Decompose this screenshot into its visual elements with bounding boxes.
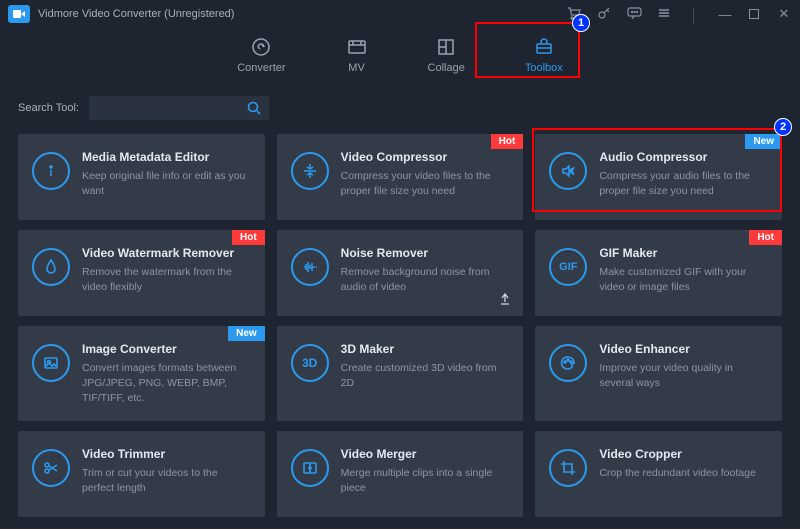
tool-desc: Improve your video quality in several wa…	[599, 361, 768, 391]
tab-mv[interactable]: MV	[346, 36, 368, 74]
tool-title: GIF Maker	[599, 246, 768, 260]
tool-title: Video Cropper	[599, 447, 755, 461]
tool-grid: Media Metadata Editor Keep original file …	[0, 134, 800, 529]
maximize-button[interactable]	[746, 7, 762, 22]
info-icon	[32, 152, 70, 190]
titlebar: Vidmore Video Converter (Unregistered) │…	[0, 0, 800, 28]
merge-icon	[291, 449, 329, 487]
tool-title: Image Converter	[82, 342, 251, 356]
tab-collage[interactable]: Collage	[428, 36, 465, 74]
pin-icon[interactable]	[498, 292, 512, 309]
tool-desc: Keep original file info or edit as you w…	[82, 169, 251, 199]
tab-toolbox[interactable]: Toolbox	[525, 36, 563, 74]
tool-title: Video Merger	[341, 447, 510, 461]
tab-label: MV	[348, 62, 365, 74]
app-title: Vidmore Video Converter (Unregistered)	[38, 8, 234, 20]
tab-label: Collage	[428, 62, 465, 74]
tool-desc: Convert images formats between JPG/JPEG,…	[82, 361, 251, 407]
tool-desc: Merge multiple clips into a single piece	[341, 466, 510, 496]
feedback-icon[interactable]	[626, 6, 642, 23]
hot-tag: Hot	[749, 230, 782, 245]
tool-video-cropper[interactable]: Video Cropper Crop the redundant video fo…	[535, 431, 782, 517]
annotation-badge-1: 1	[572, 14, 590, 32]
menu-icon[interactable]	[656, 6, 672, 23]
tool-title: Video Compressor	[341, 150, 510, 164]
tool-title: Audio Compressor	[599, 150, 768, 164]
scissors-icon	[32, 449, 70, 487]
tool-title: Video Watermark Remover	[82, 246, 251, 260]
tool-desc: Remove the watermark from the video flex…	[82, 265, 251, 295]
tool-desc: Create customized 3D video from 2D	[341, 361, 510, 391]
window-controls: │ — ✕	[566, 6, 792, 23]
tool-3d-maker[interactable]: 3D 3D Maker Create customized 3D video fr…	[277, 326, 524, 421]
app-logo-icon	[8, 5, 30, 23]
tool-title: Media Metadata Editor	[82, 150, 251, 164]
tool-video-merger[interactable]: Video Merger Merge multiple clips into a …	[277, 431, 524, 517]
search-input[interactable]	[97, 102, 247, 114]
tab-converter[interactable]: Converter	[237, 36, 285, 74]
tool-watermark-remover[interactable]: Hot Video Watermark Remover Remove the wa…	[18, 230, 265, 316]
new-tag: New	[745, 134, 782, 149]
tool-desc: Trim or cut your videos to the perfect l…	[82, 466, 251, 496]
tool-desc: Compress your audio files to the proper …	[599, 169, 768, 199]
tool-title: Noise Remover	[341, 246, 510, 260]
tool-audio-compressor[interactable]: New Audio Compressor Compress your audio …	[535, 134, 782, 220]
main-tabs: Converter MV Collage Toolbox	[0, 28, 800, 92]
image-icon	[32, 344, 70, 382]
search-icon[interactable]	[247, 101, 261, 115]
3d-icon: 3D	[291, 344, 329, 382]
hot-tag: Hot	[232, 230, 265, 245]
tool-title: Video Trimmer	[82, 447, 251, 461]
tab-label: Toolbox	[525, 62, 563, 74]
tool-title: 3D Maker	[341, 342, 510, 356]
annotation-badge-2: 2	[774, 118, 792, 136]
tool-desc: Compress your video files to the proper …	[341, 169, 510, 199]
key-icon[interactable]	[596, 6, 612, 23]
hot-tag: Hot	[491, 134, 524, 149]
tool-noise-remover[interactable]: Noise Remover Remove background noise fro…	[277, 230, 524, 316]
tool-gif-maker[interactable]: Hot GIF GIF Maker Make customized GIF wit…	[535, 230, 782, 316]
gif-icon: GIF	[549, 248, 587, 286]
search-box[interactable]	[89, 96, 269, 120]
search-row: Search Tool:	[0, 92, 800, 134]
tool-video-enhancer[interactable]: Video Enhancer Improve your video quality…	[535, 326, 782, 421]
tool-desc: Remove background noise from audio of vi…	[341, 265, 510, 295]
noise-icon	[291, 248, 329, 286]
tab-label: Converter	[237, 62, 285, 74]
minimize-button[interactable]: —	[716, 7, 732, 22]
crop-icon	[549, 449, 587, 487]
palette-icon	[549, 344, 587, 382]
tool-title: Video Enhancer	[599, 342, 768, 356]
divider-icon: │	[686, 7, 702, 22]
search-label: Search Tool:	[18, 102, 79, 114]
audio-compress-icon	[549, 152, 587, 190]
close-button[interactable]: ✕	[776, 6, 792, 22]
droplet-icon	[32, 248, 70, 286]
tool-video-compressor[interactable]: Hot Video Compressor Compress your video …	[277, 134, 524, 220]
tool-desc: Make customized GIF with your video or i…	[599, 265, 768, 295]
compress-icon	[291, 152, 329, 190]
tool-video-trimmer[interactable]: Video Trimmer Trim or cut your videos to …	[18, 431, 265, 517]
tool-desc: Crop the redundant video footage	[599, 466, 755, 481]
new-tag: New	[228, 326, 265, 341]
tool-media-metadata-editor[interactable]: Media Metadata Editor Keep original file …	[18, 134, 265, 220]
tool-image-converter[interactable]: New Image Converter Convert images format…	[18, 326, 265, 421]
